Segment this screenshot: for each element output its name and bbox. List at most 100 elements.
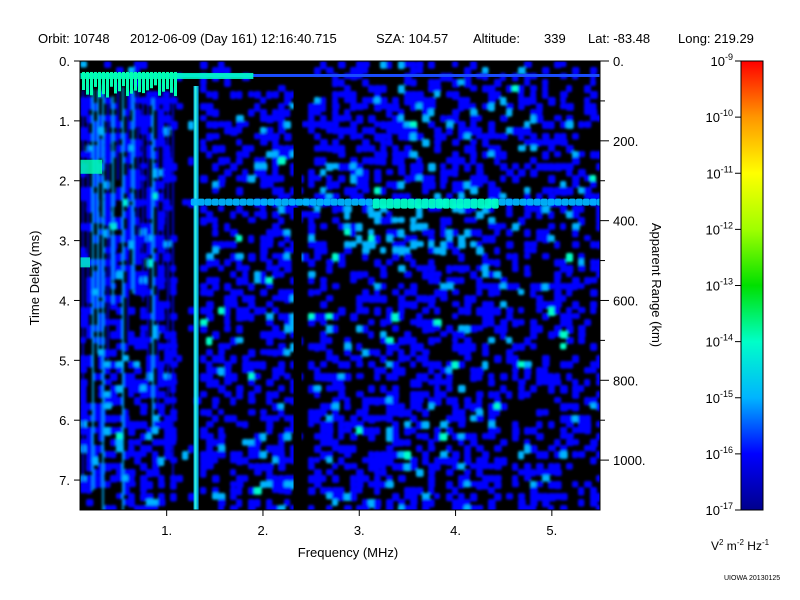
heat-cell — [146, 289, 153, 296]
heat-cell — [386, 235, 394, 243]
heat-cell — [410, 415, 418, 423]
heat-cell — [380, 133, 387, 140]
heat-cell — [512, 463, 519, 471]
heat-cell — [560, 343, 567, 350]
heat-cell — [524, 163, 532, 170]
heat-cell — [218, 451, 226, 459]
heat-cell — [248, 145, 255, 152]
heat-cell — [542, 151, 550, 160]
top-trace-comb — [166, 71, 169, 90]
heat-cell — [344, 463, 351, 470]
heat-cell — [104, 481, 111, 488]
heat-cell — [512, 319, 519, 328]
heat-cell — [236, 235, 243, 242]
heat-cell — [278, 85, 286, 92]
heat-cell — [488, 235, 496, 244]
heat-cell — [590, 79, 597, 87]
heat-cell — [458, 439, 465, 446]
y-tick-label: 5. — [59, 353, 70, 368]
heat-cell — [416, 487, 424, 495]
echo-trace — [456, 198, 464, 209]
heat-cell — [362, 79, 370, 87]
heat-cell — [344, 451, 352, 458]
heat-cell — [398, 61, 405, 70]
heat-cell — [590, 241, 597, 249]
heat-cell — [212, 277, 220, 284]
heat-cell — [476, 241, 483, 248]
heat-cell — [386, 433, 393, 442]
echo-trace — [393, 198, 401, 209]
heat-cell — [158, 361, 166, 368]
heat-cell — [230, 211, 237, 220]
heat-cell — [254, 487, 262, 495]
heat-cell — [422, 373, 429, 382]
heat-cell — [224, 241, 231, 249]
heat-cell — [566, 169, 573, 177]
heat-cell — [596, 475, 600, 482]
heat-cell — [278, 505, 286, 510]
heat-cell — [146, 337, 153, 344]
colorbar-axis: 10-9 10-10 10-11 10-12 10-13 10-14 10-15 10-16 1… — [706, 52, 741, 518]
heat-cell — [368, 211, 375, 219]
heat-cell — [494, 271, 502, 279]
heat-cell — [578, 151, 586, 158]
top-trace-comb — [130, 71, 133, 94]
heat-cell — [380, 415, 387, 422]
heat-cell — [554, 307, 561, 315]
heat-cell — [368, 433, 376, 442]
top-trace-comb — [170, 71, 173, 93]
heat-cell — [182, 199, 189, 206]
heat-cell — [404, 439, 412, 447]
top-trace-comb — [110, 71, 113, 87]
heat-cell — [470, 61, 478, 70]
heat-cell — [308, 241, 315, 249]
heat-cell — [584, 187, 592, 194]
heat-cell — [176, 475, 184, 483]
striation — [117, 82, 119, 181]
heat-cell — [590, 343, 598, 351]
heat-cell — [98, 469, 106, 476]
striation — [87, 84, 89, 325]
echo-trace — [323, 198, 331, 206]
heat-cell — [410, 349, 417, 357]
heat-cell — [524, 505, 531, 510]
heat-cell — [368, 361, 376, 368]
heat-cell — [254, 103, 261, 112]
heat-cell — [506, 211, 513, 218]
heat-cell — [350, 103, 357, 112]
heat-cell — [356, 235, 363, 244]
heat-cell — [242, 175, 249, 183]
heat-cell — [578, 307, 586, 314]
echo-trace — [358, 198, 366, 206]
dark-gap — [293, 83, 302, 199]
heat-cell — [524, 373, 531, 380]
heat-cell — [554, 379, 562, 386]
heat-cell — [212, 247, 220, 255]
heat-cell — [224, 301, 231, 308]
heat-cell — [380, 283, 387, 290]
heat-cell — [350, 127, 358, 134]
heat-cell — [212, 121, 219, 129]
echo-trace — [547, 198, 555, 206]
heat-cell — [566, 313, 573, 320]
heat-cell — [410, 169, 417, 176]
heat-cell — [476, 325, 484, 332]
heat-cell — [320, 301, 328, 309]
heat-cell — [308, 229, 316, 236]
heat-cell — [374, 397, 381, 406]
heat-cell — [566, 433, 574, 440]
heat-cell — [452, 157, 459, 165]
heat-cell — [596, 373, 600, 380]
heat-cell — [440, 181, 447, 190]
heat-cell — [278, 349, 285, 356]
heat-cell — [566, 307, 573, 314]
heat-cell — [350, 415, 358, 422]
heat-cell — [224, 325, 231, 333]
heat-cell — [572, 403, 580, 412]
heat-cell — [518, 103, 525, 111]
heat-cell — [410, 337, 417, 344]
heat-cell — [164, 445, 172, 452]
heat-cell — [254, 373, 262, 380]
striation — [157, 97, 159, 407]
heat-cell — [518, 319, 525, 326]
